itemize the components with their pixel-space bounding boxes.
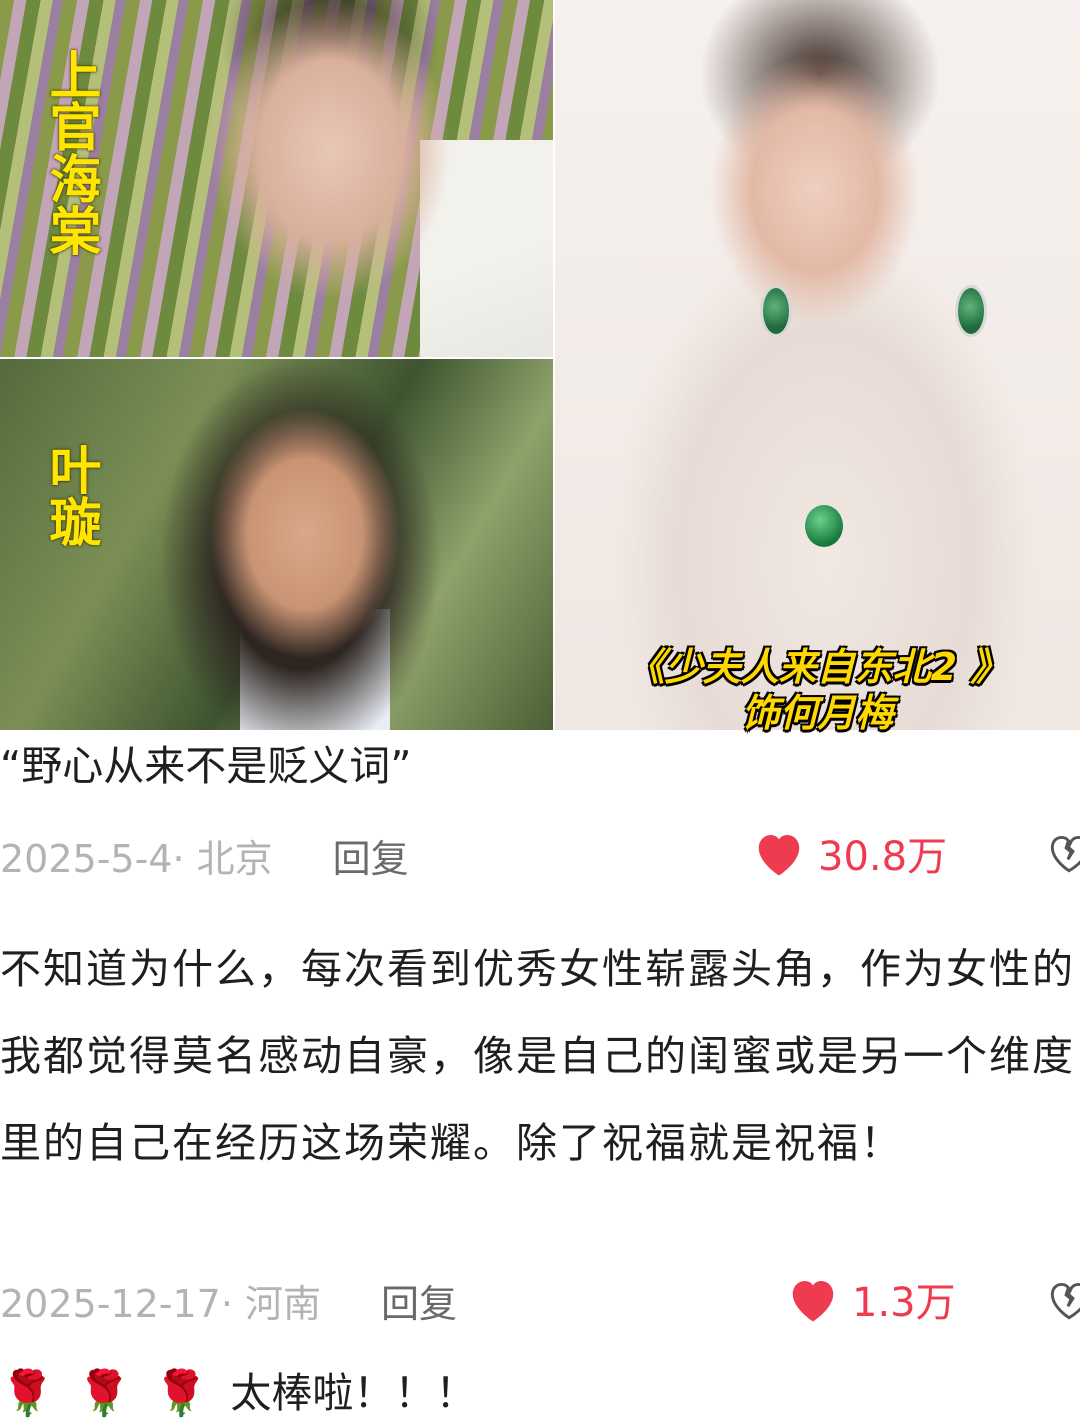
character-label-2: 叶璇 [40, 443, 100, 547]
comment-text: 不知道为什么，每次看到优秀女性崭露头角，作为女性的我都觉得莫名感动自豪，像是自己… [0, 945, 1075, 1167]
comment-text-row: 🌹 🌹 🌹 太棒啦！！！ [0, 1365, 476, 1422]
comment-text: 太棒啦！！！ [230, 1368, 477, 1417]
reply-button[interactable]: 回复 [381, 1273, 457, 1328]
like-button[interactable]: 30.8万 [752, 824, 947, 882]
role-caption: 饰何月梅 [741, 691, 894, 735]
collage-divider-vertical [553, 0, 555, 730]
heart-filled-icon [792, 1281, 834, 1322]
like-count: 1.3万 [852, 1280, 956, 1326]
rose-icon: 🌹 [76, 1368, 132, 1419]
like-count: 30.8万 [818, 834, 948, 880]
comment-date-location: 2025-5-4· 北京 [0, 837, 273, 881]
collage-divider-horizontal [0, 357, 553, 359]
earring-right [955, 285, 987, 337]
comment-text: “野心从来不是贬义词” [0, 742, 412, 790]
image-collage[interactable]: 上官海棠 叶璇 《少夫人来自东北2 》 饰何月梅 [0, 0, 1080, 735]
comment-date-location: 2025-12-17· 河南 [0, 1282, 321, 1326]
broken-heart-icon[interactable] [1044, 828, 1080, 876]
character-label-1: 上官海棠 [40, 48, 100, 256]
photo-he-yuemei [555, 0, 1080, 730]
comment-meta: 2025-5-4· 北京 回复 [0, 828, 409, 883]
reply-button[interactable]: 回复 [333, 828, 409, 883]
comment-meta: 2025-12-17· 河南 回复 [0, 1273, 457, 1328]
rose-icon: 🌹 [153, 1368, 209, 1419]
like-button[interactable]: 1.3万 [786, 1270, 956, 1328]
broken-heart-icon[interactable] [1044, 1275, 1080, 1323]
jade-pendant [805, 505, 843, 547]
earring-left [760, 285, 792, 337]
rose-icon: 🌹 [0, 1368, 55, 1419]
rose-emoji-group: 🌹 🌹 🌹 [0, 1365, 208, 1422]
heart-filled-icon [758, 835, 800, 876]
